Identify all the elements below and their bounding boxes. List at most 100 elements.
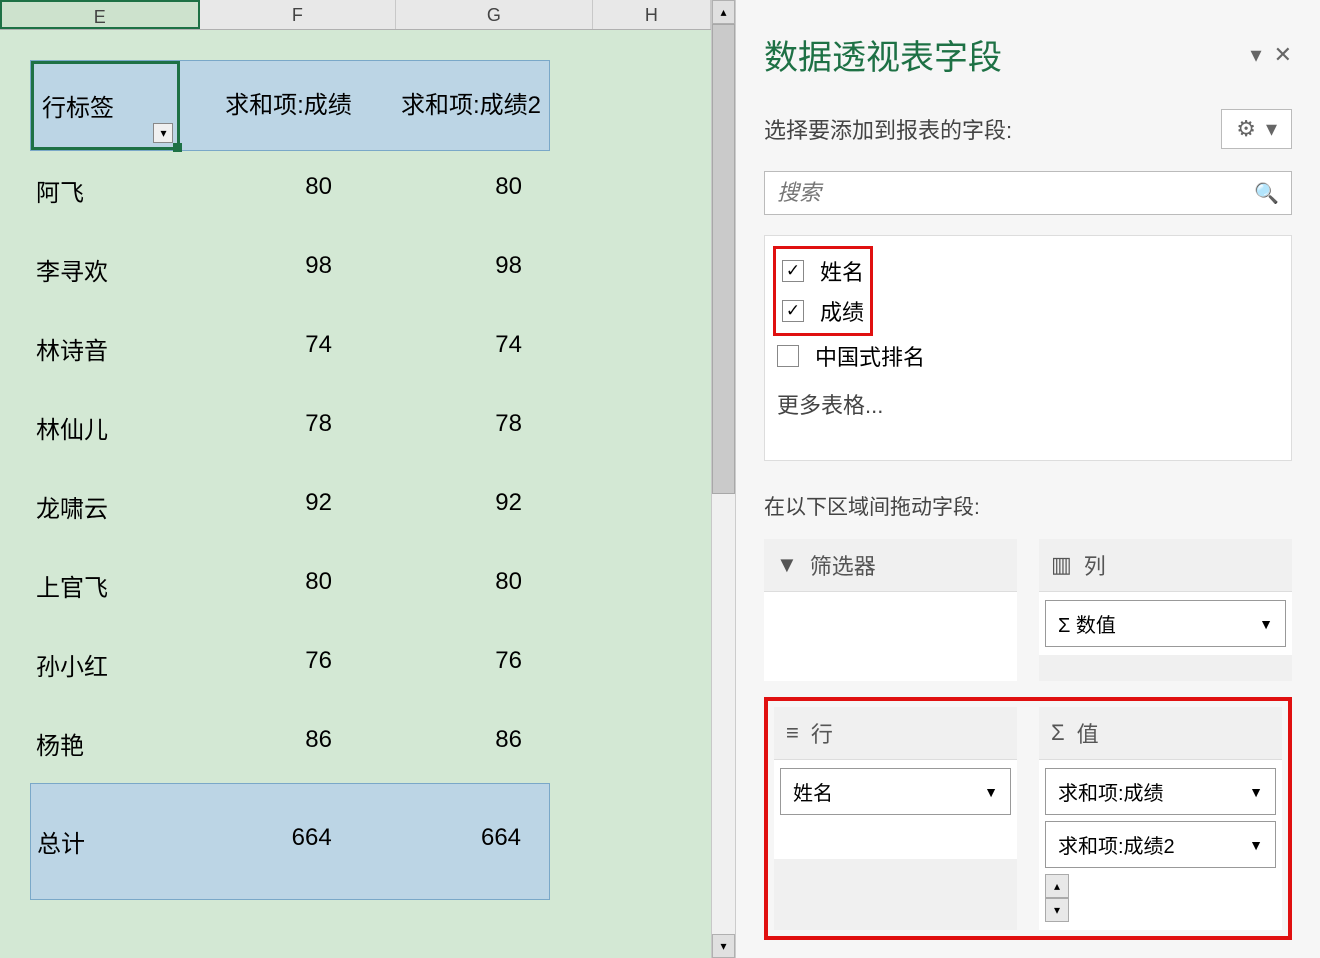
- total-1: 664: [180, 784, 359, 899]
- settings-button[interactable]: ⚙ ▾: [1221, 109, 1292, 149]
- search-box[interactable]: 🔍: [764, 171, 1292, 215]
- pivot-data-row[interactable]: 阿飞8080: [30, 151, 550, 230]
- chip-label: 求和项:成绩2: [1058, 830, 1175, 859]
- chip-label: 求和项:成绩: [1058, 777, 1164, 806]
- row-v1: 86: [180, 704, 360, 783]
- row-label-cell[interactable]: 行标签 ▾: [31, 61, 180, 150]
- areas-title: 在以下区域间拖动字段:: [764, 491, 1292, 521]
- sum-col-1[interactable]: 求和项:成绩: [180, 61, 359, 150]
- spin-up-icon[interactable]: ▴: [1045, 874, 1069, 898]
- col-header-F[interactable]: F: [200, 0, 397, 29]
- sigma-icon: Σ: [1051, 720, 1065, 746]
- pivot-header-row: 行标签 ▾ 求和项:成绩 求和项:成绩2: [30, 60, 550, 151]
- row-area[interactable]: ≡ 行 姓名 ▼: [774, 707, 1017, 930]
- scroll-up-icon[interactable]: ▴: [712, 0, 735, 24]
- sum-col-2[interactable]: 求和项:成绩2: [360, 61, 549, 150]
- row-name: 林仙儿: [30, 388, 180, 467]
- row-v2: 80: [360, 151, 550, 230]
- field-score[interactable]: ✓ 成绩: [778, 291, 868, 331]
- row-name: 阿飞: [30, 151, 180, 230]
- field-list: ✓ 姓名 ✓ 成绩 中国式排名 更多表格...: [764, 235, 1292, 461]
- field-label: 中国式排名: [815, 340, 925, 372]
- row-name: 杨艳: [30, 704, 180, 783]
- search-input[interactable]: [777, 180, 1254, 206]
- field-rank[interactable]: 中国式排名: [773, 336, 1283, 376]
- row-v1: 80: [180, 151, 360, 230]
- col-header-H[interactable]: H: [593, 0, 711, 29]
- spin-down-icon[interactable]: ▾: [1045, 898, 1069, 922]
- pivot-data-row[interactable]: 林仙儿7878: [30, 388, 550, 467]
- row-v1: 98: [180, 230, 360, 309]
- row-v1: 80: [180, 546, 360, 625]
- total-2: 664: [360, 784, 549, 899]
- pivot-data-row[interactable]: 杨艳8686: [30, 704, 550, 783]
- columns-icon: ▥: [1051, 552, 1072, 578]
- row-v2: 76: [360, 625, 550, 704]
- pane-title: 数据透视表字段: [764, 30, 1002, 79]
- chevron-down-icon: ▾: [1266, 116, 1277, 142]
- row-v1: 74: [180, 309, 360, 388]
- pivot-field-pane: 数据透视表字段 ▾ ✕ 选择要添加到报表的字段: ⚙ ▾ 🔍 ✓ 姓名: [735, 0, 1320, 958]
- row-label-text: 行标签: [42, 95, 114, 122]
- pivot-data-row[interactable]: 李寻欢9898: [30, 230, 550, 309]
- scroll-thumb[interactable]: [712, 24, 735, 494]
- pivot-data-row[interactable]: 龙啸云9292: [30, 467, 550, 546]
- row-chip[interactable]: 姓名 ▼: [780, 768, 1011, 815]
- total-label: 总计: [31, 784, 180, 899]
- field-label: 姓名: [820, 255, 864, 287]
- chevron-down-icon: ▼: [984, 784, 998, 800]
- scroll-down-icon[interactable]: ▾: [712, 934, 735, 958]
- value-chip[interactable]: 求和项:成绩2 ▼: [1045, 821, 1276, 868]
- col-header-G[interactable]: G: [396, 0, 593, 29]
- chip-label: Σ 数值: [1058, 609, 1116, 638]
- filter-area[interactable]: ▼ 筛选器: [764, 539, 1017, 681]
- filter-label: 筛选器: [810, 549, 876, 581]
- column-chip[interactable]: Σ 数值 ▼: [1045, 600, 1286, 647]
- field-label: 成绩: [820, 295, 864, 327]
- row-v1: 76: [180, 625, 360, 704]
- pivot-data-row[interactable]: 上官飞8080: [30, 546, 550, 625]
- chevron-down-icon: ▼: [1259, 616, 1273, 632]
- row-v2: 78: [360, 388, 550, 467]
- row-name: 林诗音: [30, 309, 180, 388]
- dropdown-icon[interactable]: ▾: [153, 123, 173, 143]
- selection-handle[interactable]: [173, 143, 182, 152]
- pivot-total-row[interactable]: 总计 664 664: [30, 783, 550, 900]
- chevron-down-icon: ▼: [1249, 784, 1263, 800]
- column-area[interactable]: ▥ 列 Σ 数值 ▼: [1039, 539, 1292, 681]
- pivot-data-row[interactable]: 林诗音7474: [30, 309, 550, 388]
- values-area-label: 值: [1077, 717, 1099, 749]
- row-v2: 80: [360, 546, 550, 625]
- row-v1: 78: [180, 388, 360, 467]
- pane-subtitle: 选择要添加到报表的字段:: [764, 113, 1012, 145]
- row-v2: 98: [360, 230, 550, 309]
- collapse-icon[interactable]: ▾: [1251, 42, 1262, 68]
- chip-label: 姓名: [793, 777, 833, 806]
- chevron-down-icon: ▼: [1249, 837, 1263, 853]
- filter-icon: ▼: [776, 552, 798, 578]
- field-name[interactable]: ✓ 姓名: [778, 251, 868, 291]
- row-name: 龙啸云: [30, 467, 180, 546]
- value-chip[interactable]: 求和项:成绩 ▼: [1045, 768, 1276, 815]
- more-tables-link[interactable]: 更多表格...: [773, 388, 1283, 420]
- pivot-data-row[interactable]: 孙小红7676: [30, 625, 550, 704]
- rows-icon: ≡: [786, 720, 799, 746]
- row-name: 孙小红: [30, 625, 180, 704]
- col-label: 列: [1084, 549, 1106, 581]
- search-icon[interactable]: 🔍: [1254, 181, 1279, 206]
- checkbox-checked-icon[interactable]: ✓: [782, 260, 804, 282]
- col-header-E[interactable]: E: [0, 0, 200, 29]
- checkbox-unchecked-icon[interactable]: [777, 345, 799, 367]
- row-name: 上官飞: [30, 546, 180, 625]
- close-icon[interactable]: ✕: [1274, 42, 1292, 68]
- row-name: 李寻欢: [30, 230, 180, 309]
- column-headers: E F G H: [0, 0, 711, 30]
- row-v2: 92: [360, 467, 550, 546]
- checkbox-checked-icon[interactable]: ✓: [782, 300, 804, 322]
- row-area-label: 行: [811, 717, 833, 749]
- pivot-sheet: E F G H 行标签 ▾ 求和项:成绩 求和项:成绩2 阿飞8080李寻欢98…: [0, 0, 711, 958]
- vertical-scrollbar[interactable]: ▴ ▾: [711, 0, 735, 958]
- gear-icon: ⚙: [1236, 116, 1256, 142]
- row-v2: 74: [360, 309, 550, 388]
- values-area[interactable]: Σ值 求和项:成绩 ▼ 求和项:成绩2 ▼: [1039, 707, 1282, 930]
